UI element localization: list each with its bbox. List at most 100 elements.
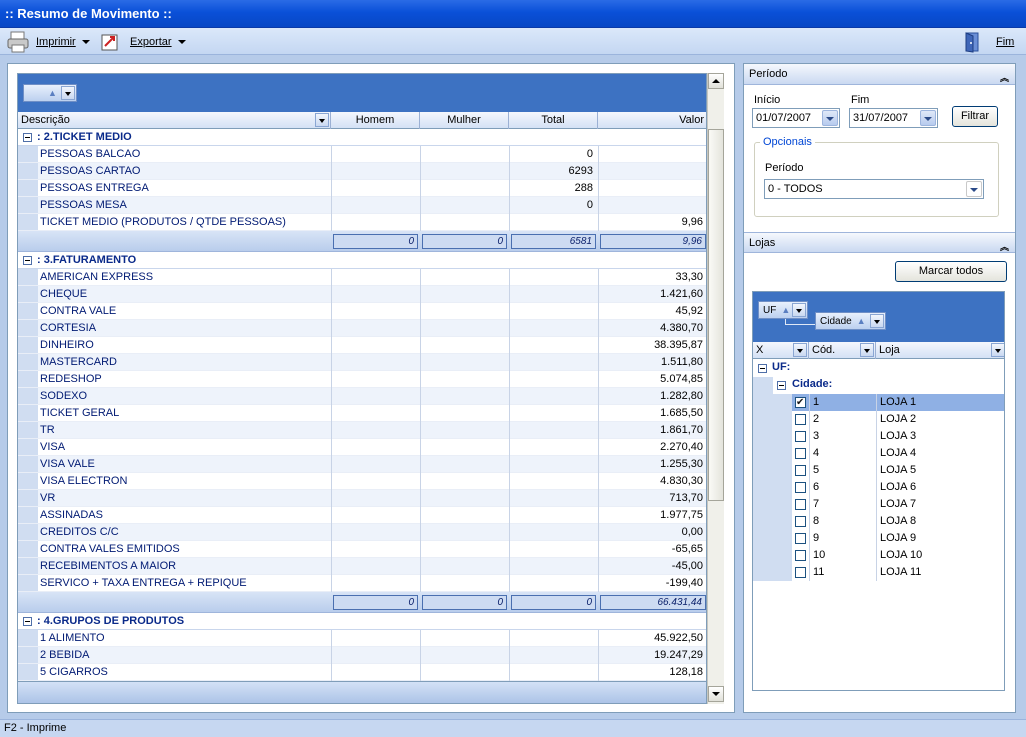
- table-row[interactable]: PESSOAS BALCAO 0: [18, 146, 706, 163]
- store-checkbox[interactable]: [795, 414, 806, 425]
- table-row[interactable]: 2 BEBIDA 19.247,29: [18, 647, 706, 664]
- store-row[interactable]: 3 LOJA 3: [753, 428, 1004, 445]
- store-checkbox[interactable]: [795, 448, 806, 459]
- store-checkbox[interactable]: [795, 516, 806, 527]
- column-header-total[interactable]: Total: [509, 112, 598, 129]
- table-row[interactable]: AMERICAN EXPRESS 33,30: [18, 269, 706, 286]
- group-uf-button[interactable]: UF ▲: [758, 301, 808, 319]
- period-section-header[interactable]: Período ︽: [744, 64, 1015, 85]
- table-row[interactable]: PESSOAS CARTAO 6293: [18, 163, 706, 180]
- column-header-descricao[interactable]: Descrição: [18, 112, 331, 129]
- group-cidade-button[interactable]: Cidade ▲: [815, 312, 886, 330]
- mark-all-button[interactable]: Marcar todos: [895, 261, 1007, 282]
- exit-button[interactable]: Fim: [962, 32, 1014, 53]
- store-row[interactable]: 9 LOJA 9: [753, 530, 1004, 547]
- store-checkbox[interactable]: [795, 395, 806, 411]
- column-filter-icon[interactable]: [793, 343, 807, 357]
- store-row[interactable]: 6 LOJA 6: [753, 479, 1004, 496]
- collapse-group-icon[interactable]: [758, 364, 767, 373]
- column-filter-icon[interactable]: [315, 113, 329, 127]
- collapse-group-icon[interactable]: [23, 617, 32, 626]
- dropdown-arrow-icon[interactable]: [870, 314, 884, 328]
- store-checkbox[interactable]: [795, 482, 806, 493]
- chevron-down-icon[interactable]: [966, 181, 982, 197]
- store-row[interactable]: 1LOJA 1: [753, 394, 1004, 411]
- table-row[interactable]: PESSOAS MESA 0: [18, 197, 706, 214]
- dropdown-arrow-icon[interactable]: [792, 303, 806, 317]
- cidade-group-row[interactable]: Cidade:: [753, 377, 1004, 394]
- table-row[interactable]: RECEBIMENTOS A MAIOR -45,00: [18, 558, 706, 575]
- column-header-cod[interactable]: Cód.: [809, 342, 876, 359]
- export-button[interactable]: Exportar: [100, 32, 186, 52]
- collapse-icon[interactable]: ︽: [1000, 68, 1009, 88]
- table-row[interactable]: CORTESIA 4.380,70: [18, 320, 706, 337]
- store-checkbox[interactable]: [795, 431, 806, 442]
- store-row[interactable]: 10 LOJA 10: [753, 547, 1004, 564]
- collapse-icon[interactable]: ︽: [1000, 237, 1009, 257]
- start-date-picker[interactable]: 01/07/2007: [752, 108, 840, 128]
- group-row[interactable]: : 2.TICKET MEDIO: [18, 129, 706, 146]
- column-filter-icon[interactable]: [991, 343, 1004, 357]
- group-sort-button[interactable]: ▲: [23, 84, 77, 102]
- store-row[interactable]: 11 LOJA 11: [753, 564, 1004, 581]
- stores-section-header[interactable]: Lojas ︽: [744, 232, 1015, 253]
- table-row[interactable]: TICKET MEDIO (PRODUTOS / QTDE PESSOAS) 9,…: [18, 214, 706, 231]
- table-row[interactable]: DINHEIRO 38.395,87: [18, 337, 706, 354]
- uf-group-row[interactable]: UF:: [753, 360, 1004, 377]
- store-checkbox[interactable]: [795, 550, 806, 561]
- collapse-group-icon[interactable]: [23, 133, 32, 142]
- dropdown-arrow-icon[interactable]: [61, 86, 75, 100]
- column-header-loja[interactable]: Loja: [876, 342, 1004, 359]
- table-row[interactable]: VR 713,70: [18, 490, 706, 507]
- table-row[interactable]: VISA VALE 1.255,30: [18, 456, 706, 473]
- end-date-picker[interactable]: 31/07/2007: [849, 108, 938, 128]
- period-select[interactable]: 0 - TODOS: [764, 179, 984, 199]
- vertical-scrollbar[interactable]: [707, 73, 724, 704]
- column-header-mulher[interactable]: Mulher: [420, 112, 509, 129]
- table-row[interactable]: 5 CIGARROS 128,18: [18, 664, 706, 681]
- store-row[interactable]: 2 LOJA 2: [753, 411, 1004, 428]
- filter-button[interactable]: Filtrar: [952, 106, 998, 127]
- store-checkbox[interactable]: [795, 533, 806, 544]
- table-row[interactable]: CREDITOS C/C 0,00: [18, 524, 706, 541]
- store-row[interactable]: 4 LOJA 4: [753, 445, 1004, 462]
- table-row[interactable]: MASTERCARD 1.511,80: [18, 354, 706, 371]
- column-header-x[interactable]: X: [753, 342, 809, 359]
- table-row[interactable]: 1 ALIMENTO 45.922,50: [18, 630, 706, 647]
- store-checkbox[interactable]: [795, 465, 806, 476]
- group-row[interactable]: : 4.GRUPOS DE PRODUTOS: [18, 613, 706, 630]
- store-row[interactable]: 5 LOJA 5: [753, 462, 1004, 479]
- store-row[interactable]: 7 LOJA 7: [753, 496, 1004, 513]
- scroll-thumb[interactable]: [708, 129, 724, 501]
- column-filter-icon[interactable]: [860, 343, 874, 357]
- group-row[interactable]: : 3.FATURAMENTO: [18, 252, 706, 269]
- column-header-homem[interactable]: Homem: [331, 112, 420, 129]
- table-row[interactable]: TICKET GERAL 1.685,50: [18, 405, 706, 422]
- table-row[interactable]: PESSOAS ENTREGA 288: [18, 180, 706, 197]
- table-row[interactable]: CONTRA VALES EMITIDOS -65,65: [18, 541, 706, 558]
- cell-total: [509, 524, 598, 541]
- table-row[interactable]: CONTRA VALE 45,92: [18, 303, 706, 320]
- cell-total: [509, 286, 598, 303]
- scroll-down-button[interactable]: [708, 686, 724, 702]
- collapse-group-icon[interactable]: [23, 256, 32, 265]
- column-header-valor[interactable]: Valor: [598, 112, 706, 129]
- table-row[interactable]: VISA ELECTRON 4.830,30: [18, 473, 706, 490]
- calendar-dropdown-icon[interactable]: [822, 110, 838, 126]
- table-row[interactable]: ASSINADAS 1.977,75: [18, 507, 706, 524]
- store-checkbox[interactable]: [795, 567, 806, 578]
- scroll-up-button[interactable]: [708, 73, 724, 89]
- calendar-dropdown-icon[interactable]: [920, 110, 936, 126]
- table-row[interactable]: VISA 2.270,40: [18, 439, 706, 456]
- table-row[interactable]: SODEXO 1.282,80: [18, 388, 706, 405]
- store-row[interactable]: 8 LOJA 8: [753, 513, 1004, 530]
- print-button[interactable]: Imprimir: [6, 31, 90, 53]
- table-row[interactable]: REDESHOP 5.074,85: [18, 371, 706, 388]
- cell-homem: [331, 630, 420, 647]
- table-row[interactable]: CHEQUE 1.421,60: [18, 286, 706, 303]
- cell-total: [509, 456, 598, 473]
- table-row[interactable]: TR 1.861,70: [18, 422, 706, 439]
- table-row[interactable]: SERVICO + TAXA ENTREGA + REPIQUE -199,40: [18, 575, 706, 592]
- collapse-group-icon[interactable]: [777, 381, 786, 390]
- store-checkbox[interactable]: [795, 499, 806, 510]
